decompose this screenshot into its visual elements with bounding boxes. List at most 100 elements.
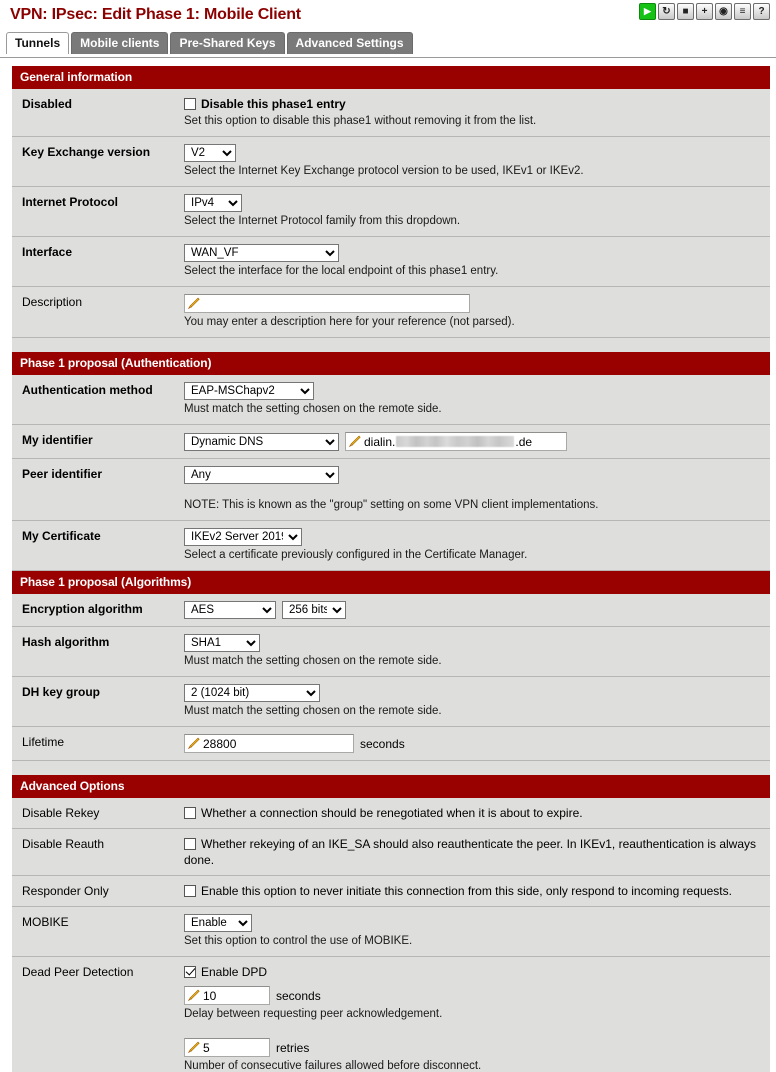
field-disabled: Disable this phase1 entry Set this optio… xyxy=(184,96,770,129)
dpd-retries-input[interactable]: 5 xyxy=(184,1038,270,1057)
add-glyph: + xyxy=(701,5,708,17)
help-key-exchange-version: Select the Internet Key Exchange protoco… xyxy=(184,165,584,177)
help-dpd-retries: Number of consecutive failures allowed b… xyxy=(184,1060,482,1072)
row-key-exchange-version: Key Exchange version V2 Select the Inter… xyxy=(12,137,770,187)
dpd-delay-unit: seconds xyxy=(276,988,321,1003)
my-identifier-type-select[interactable]: Dynamic DNS xyxy=(184,432,339,451)
section-gap-1 xyxy=(12,338,770,352)
dpd-retries-value: 5 xyxy=(203,1040,210,1055)
peer-identifier-select[interactable]: Any xyxy=(184,466,339,484)
tab-advanced-settings[interactable]: Advanced Settings xyxy=(286,32,413,54)
row-interface: Interface WAN_VF Select the interface fo… xyxy=(12,237,770,287)
authentication-method-select[interactable]: EAP-MSChapv2 xyxy=(184,382,314,400)
row-internet-protocol: Internet Protocol IPv4 Select the Intern… xyxy=(12,187,770,237)
row-dead-peer-detection: Dead Peer Detection Enable DPD 10 second… xyxy=(12,957,770,1072)
label-key-exchange-version: Key Exchange version xyxy=(22,145,151,159)
stop-service-icon[interactable]: ■ xyxy=(677,3,694,20)
my-identifier-redacted-block xyxy=(396,436,515,447)
disable-phase1-label: Disable this phase1 entry xyxy=(201,97,346,111)
section-header-algorithms: Phase 1 proposal (Algorithms) xyxy=(12,571,770,594)
logs-icon[interactable]: ≡ xyxy=(734,3,751,20)
label-internet-protocol: Internet Protocol xyxy=(22,195,119,209)
hash-algorithm-select[interactable]: SHA1 xyxy=(184,634,260,652)
enable-dpd-label: Enable DPD xyxy=(201,965,268,979)
disable-reauth-help: Whether rekeying of an IKE_SA should als… xyxy=(184,837,756,867)
section-gap-2 xyxy=(12,761,770,775)
dpd-retries-unit: retries xyxy=(276,1040,310,1055)
enable-dpd-checkbox[interactable] xyxy=(184,966,196,978)
page-root: VPN: IPsec: Edit Phase 1: Mobile Client … xyxy=(0,0,776,1072)
mobike-select[interactable]: Enable xyxy=(184,914,252,932)
help-icon[interactable]: ? xyxy=(753,3,770,20)
my-identifier-input[interactable]: dialin. .de xyxy=(345,432,567,451)
section-header-authentication: Phase 1 proposal (Authentication) xyxy=(12,352,770,375)
add-icon[interactable]: + xyxy=(696,3,713,20)
field-dead-peer-detection: Enable DPD 10 seconds Delay between requ… xyxy=(184,964,770,1072)
tab-tunnels[interactable]: Tunnels xyxy=(6,32,70,54)
disable-phase1-checkbox[interactable] xyxy=(184,98,196,110)
start-service-icon[interactable]: ▶ xyxy=(639,3,656,20)
label-dead-peer-detection: Dead Peer Detection xyxy=(22,965,134,979)
disable-rekey-checkbox[interactable] xyxy=(184,807,196,819)
interface-select[interactable]: WAN_VF xyxy=(184,244,339,262)
help-mobike: Set this option to control the use of MO… xyxy=(184,935,413,947)
field-lifetime: 28800 seconds xyxy=(184,734,770,753)
help-peer-identifier: NOTE: This is known as the "group" setti… xyxy=(184,499,599,511)
help-internet-protocol: Select the Internet Protocol family from… xyxy=(184,215,461,227)
logs-glyph: ≡ xyxy=(739,5,746,17)
row-disable-rekey: Disable Rekey Whether a connection shoul… xyxy=(12,798,770,829)
pencil-icon xyxy=(187,1041,200,1054)
header-icon-group: ▶ ↻ ■ + ◉ ≡ ? xyxy=(639,3,770,20)
label-hash-algorithm: Hash algorithm xyxy=(22,635,110,649)
responder-only-help: Enable this option to never initiate thi… xyxy=(201,884,732,898)
encryption-algorithm-select[interactable]: AES xyxy=(184,601,276,619)
description-input[interactable] xyxy=(184,294,470,313)
dpd-retries-block: 5 retries Number of consecutive failures… xyxy=(184,1032,760,1072)
tab-mobile-clients[interactable]: Mobile clients xyxy=(71,32,169,54)
my-identifier-value-prefix: dialin. xyxy=(364,434,396,449)
pencil-icon xyxy=(187,989,200,1002)
label-my-certificate: My Certificate xyxy=(22,529,101,543)
field-my-identifier: Dynamic DNS dialin. .de xyxy=(184,432,770,451)
label-description: Description xyxy=(22,295,83,309)
lifetime-value: 28800 xyxy=(203,736,237,751)
field-description: You may enter a description here for you… xyxy=(184,294,770,330)
status-glyph: ◉ xyxy=(719,5,728,17)
help-dpd-delay: Delay between requesting peer acknowledg… xyxy=(184,1008,443,1020)
disable-rekey-help: Whether a connection should be renegotia… xyxy=(201,806,583,820)
row-disabled: Disabled Disable this phase1 entry Set t… xyxy=(12,89,770,137)
encryption-keylength-select[interactable]: 256 bits xyxy=(282,601,346,619)
row-encryption-algorithm: Encryption algorithm AES 256 bits xyxy=(12,594,770,627)
restart-service-glyph: ↻ xyxy=(662,5,671,17)
restart-service-icon[interactable]: ↻ xyxy=(658,3,675,20)
label-authentication-method: Authentication method xyxy=(22,383,153,397)
field-hash-algorithm: SHA1 Must match the setting chosen on th… xyxy=(184,634,770,669)
help-interface: Select the interface for the local endpo… xyxy=(184,265,499,277)
key-exchange-version-select[interactable]: V2 xyxy=(184,144,236,162)
field-internet-protocol: IPv4 Select the Internet Protocol family… xyxy=(184,194,770,229)
field-responder-only: Enable this option to never initiate thi… xyxy=(184,883,770,899)
tab-pre-shared-keys[interactable]: Pre-Shared Keys xyxy=(170,32,285,54)
my-certificate-select[interactable]: IKEv2 Server 2019 xyxy=(184,528,302,546)
disable-reauth-checkbox[interactable] xyxy=(184,838,196,850)
label-dh-key-group: DH key group xyxy=(22,685,101,699)
dpd-delay-input[interactable]: 10 xyxy=(184,986,270,1005)
dpd-delay-value: 10 xyxy=(203,988,217,1003)
start-service-glyph: ▶ xyxy=(644,6,651,16)
lifetime-input[interactable]: 28800 xyxy=(184,734,354,753)
row-lifetime: Lifetime 28800 seconds xyxy=(12,727,770,761)
label-lifetime: Lifetime xyxy=(22,735,65,749)
internet-protocol-select[interactable]: IPv4 xyxy=(184,194,242,212)
row-responder-only: Responder Only Enable this option to nev… xyxy=(12,876,770,907)
section-header-general: General information xyxy=(12,66,770,89)
field-authentication-method: EAP-MSChapv2 Must match the setting chos… xyxy=(184,382,770,417)
label-disable-rekey: Disable Rekey xyxy=(22,806,100,820)
stop-service-glyph: ■ xyxy=(682,5,689,17)
responder-only-checkbox[interactable] xyxy=(184,885,196,897)
field-interface: WAN_VF Select the interface for the loca… xyxy=(184,244,770,279)
status-icon[interactable]: ◉ xyxy=(715,3,732,20)
label-responder-only: Responder Only xyxy=(22,884,109,898)
dh-key-group-select[interactable]: 2 (1024 bit) xyxy=(184,684,320,702)
row-description: Description You may enter a description … xyxy=(12,287,770,338)
dpd-delay-block: 10 seconds Delay between requesting peer… xyxy=(184,980,760,1022)
